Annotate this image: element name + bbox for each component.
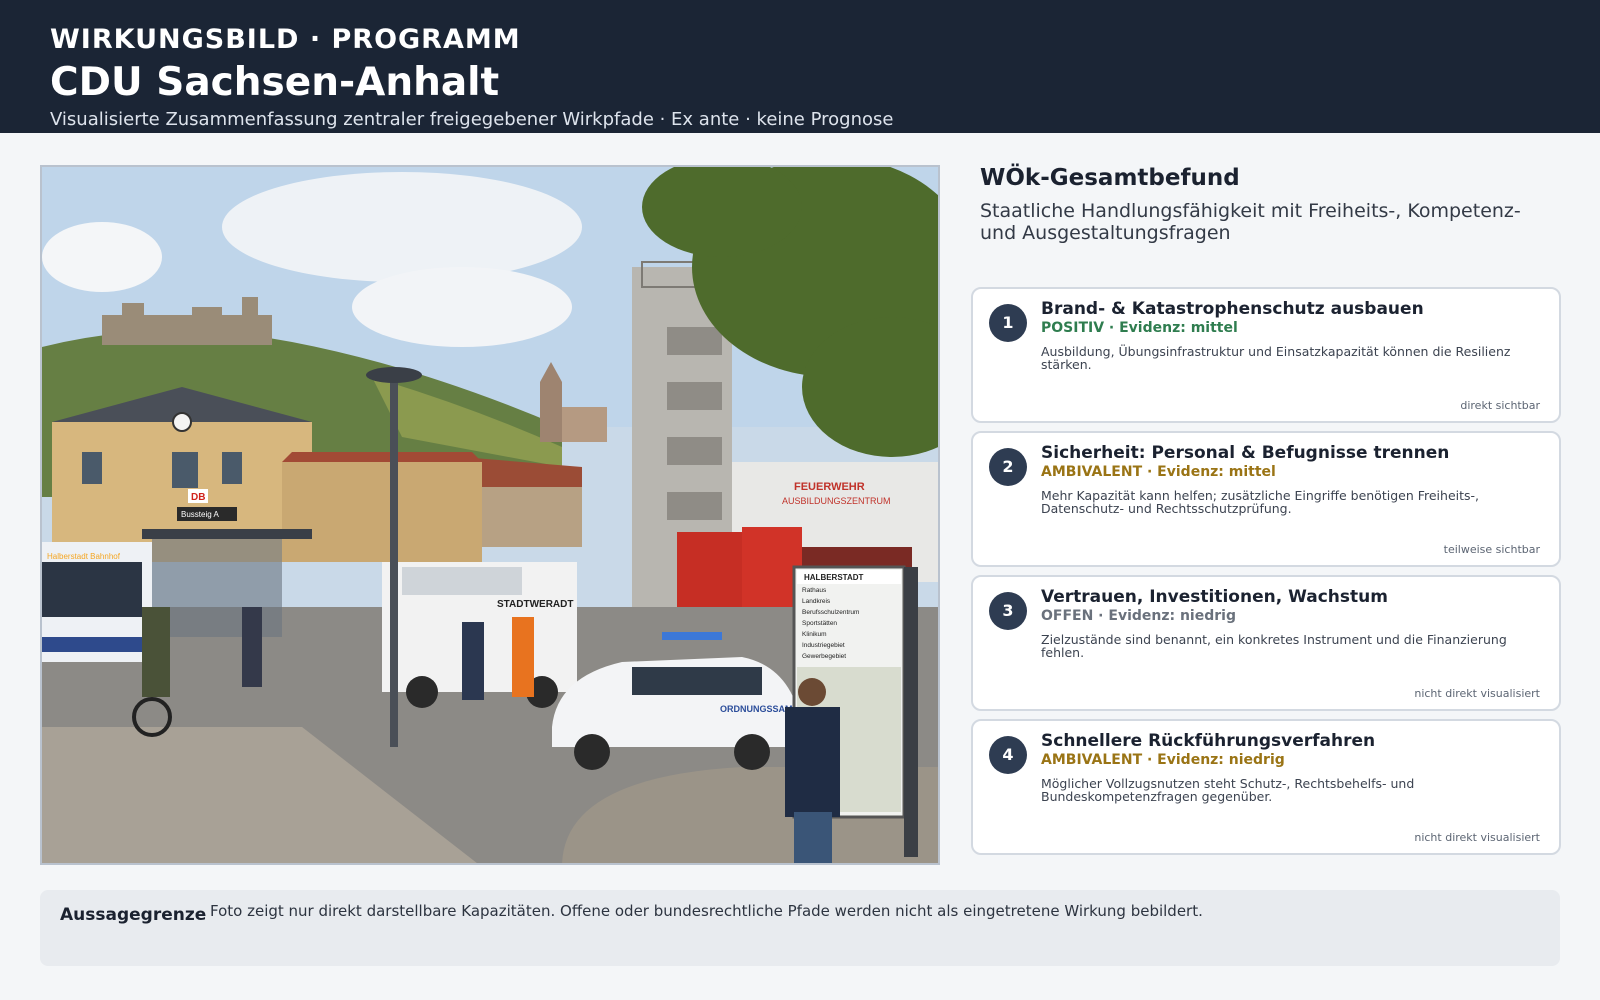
scene-photo: DB Bussteig A FEUERWEHR AUSBILDUNGSZENTR…	[40, 165, 940, 865]
summary-text: Staatliche Handlungsfähigkeit mit Freihe…	[980, 200, 1521, 244]
worker	[512, 617, 534, 697]
guide-sign-item: Rathaus	[802, 587, 827, 594]
card-title: Sicherheit: Personal & Befugnisse trenne…	[1041, 443, 1450, 463]
card-status: POSITIV · Evidenz: mittel	[1041, 320, 1238, 336]
statement-limit-label: Aussagegrenze	[60, 905, 207, 925]
statement-limit-box: Aussagegrenze Foto zeigt nur direkt dars…	[40, 890, 1560, 966]
street-lamp	[390, 377, 398, 747]
bus-shelter	[152, 537, 282, 637]
card-number-badge: 3	[989, 592, 1027, 630]
impact-card: 2 Sicherheit: Personal & Befugnisse tren…	[971, 431, 1561, 567]
card-description: Ausbildung, Übungsinfrastruktur und Eins…	[1041, 344, 1511, 372]
guide-sign-item: Landkreis	[802, 598, 831, 605]
guide-sign-item: Sportstätten	[802, 620, 837, 627]
impact-card: 3 Vertrauen, Investitionen, Wachstum OFF…	[971, 575, 1561, 711]
card-visibility: teilweise sichtbar	[1443, 543, 1540, 556]
header-banner: WIRKUNGSBILD · PROGRAMM CDU Sachsen-Anha…	[0, 0, 1600, 133]
pedestrian	[242, 607, 262, 687]
bussteig-sign: Bussteig A	[181, 510, 219, 519]
summary-heading: WÖk-Gesamtbefund	[980, 165, 1240, 191]
page-subtitle: Visualisierte Zusammenfassung zentraler …	[50, 109, 894, 130]
card-status: AMBIVALENT · Evidenz: niedrig	[1041, 752, 1285, 768]
card-number-badge: 2	[989, 448, 1027, 486]
cloud	[42, 222, 162, 292]
guide-sign-title: HALBERSTADT	[804, 573, 864, 582]
van-label: STADTWERADT	[497, 599, 573, 610]
card-description: Zielzustände sind benannt, ein konkretes…	[1041, 632, 1507, 660]
card-status: OFFEN · Evidenz: niedrig	[1041, 608, 1236, 624]
guide-sign-item: Klinikum	[802, 631, 827, 638]
card-visibility: nicht direkt visualisiert	[1414, 831, 1540, 844]
sign-post	[904, 567, 918, 857]
card-status: AMBIVALENT · Evidenz: mittel	[1041, 464, 1276, 480]
card-title: Schnellere Rückführungsverfahren	[1041, 731, 1376, 751]
shelter-roof	[142, 529, 312, 539]
card-title: Brand- & Katastrophenschutz ausbauen	[1041, 299, 1424, 319]
card-visibility: nicht direkt visualisiert	[1414, 687, 1540, 700]
card-description: Mehr Kapazität kann helfen; zusätzliche …	[1041, 488, 1480, 516]
card-number-badge: 1	[989, 304, 1027, 342]
header-kicker: WIRKUNGSBILD · PROGRAMM	[50, 24, 521, 55]
guide-sign-item: Gewerbegebiet	[802, 653, 846, 660]
impact-card: 1 Brand- & Katastrophenschutz ausbauen P…	[971, 287, 1561, 423]
statement-limit-text: Foto zeigt nur direkt darstellbare Kapaz…	[210, 902, 1203, 920]
card-visibility: direkt sichtbar	[1460, 399, 1540, 412]
cyclist	[142, 607, 170, 697]
card-description: Möglicher Vollzugsnutzen steht Schutz-, …	[1041, 776, 1415, 804]
card-title: Vertrauen, Investitionen, Wachstum	[1041, 587, 1388, 607]
fire-station-sign-sub: AUSBILDUNGSZENTRUM	[782, 496, 891, 506]
fire-station-sign: FEUERWEHR	[794, 481, 865, 493]
guide-sign-item: Industriegebiet	[802, 642, 845, 649]
page-title: CDU Sachsen-Anhalt	[50, 60, 500, 105]
bus-destination: Halberstadt Bahnhof	[47, 552, 121, 561]
cloud	[352, 267, 572, 347]
worker	[462, 622, 484, 700]
guide-sign-item: Berufsschulzentrum	[802, 609, 859, 616]
cloud	[222, 172, 582, 282]
impact-card: 4 Schnellere Rückführungsverfahren AMBIV…	[971, 719, 1561, 855]
card-number-badge: 4	[989, 736, 1027, 774]
db-sign: DB	[191, 492, 205, 503]
